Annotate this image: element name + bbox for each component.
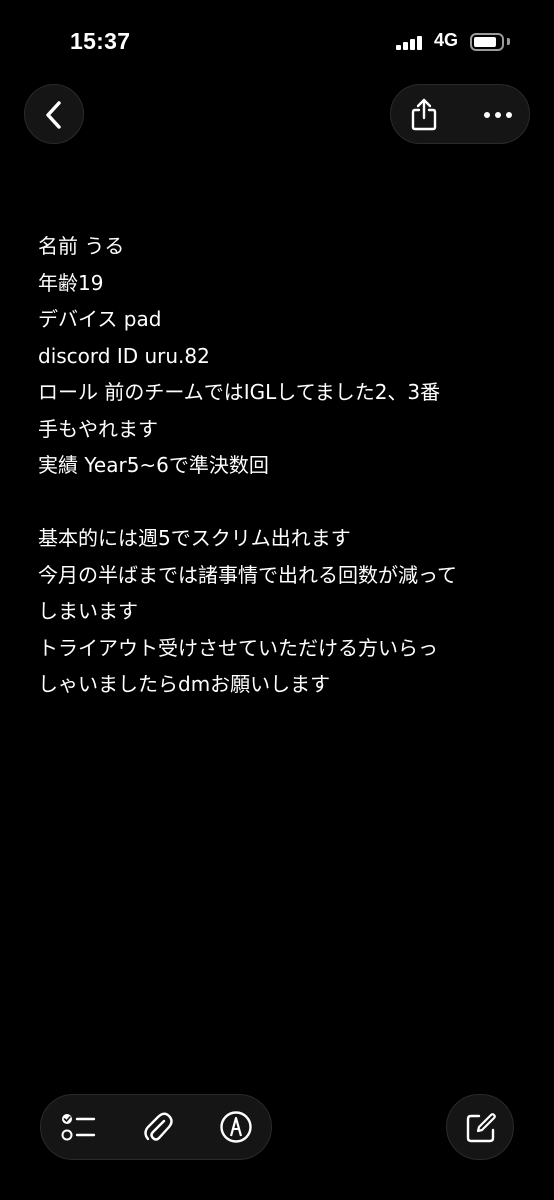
- paperclip-icon: [144, 1112, 173, 1141]
- chevron-left-icon: [46, 101, 61, 129]
- status-time: 15:37: [70, 28, 131, 54]
- note-line: discord ID uru.82: [38, 343, 210, 368]
- note-line: [38, 484, 518, 521]
- compose-icon: [466, 1113, 496, 1143]
- battery-icon: [470, 33, 504, 51]
- note-line: 手もやれます: [38, 416, 158, 441]
- battery-cap: [507, 38, 510, 45]
- share-icon: [411, 98, 437, 131]
- back-button[interactable]: [24, 84, 84, 144]
- note-line: 年齢19: [38, 270, 104, 295]
- markup-button[interactable]: [205, 1095, 265, 1159]
- note-line: ロール 前のチームではIGLしてました2、3番: [38, 380, 441, 404]
- note-line: トライアウト受けさせていただける方いらっ: [38, 635, 438, 660]
- note-line: 実績 Year5~6で準決数回: [38, 453, 269, 477]
- note-body[interactable]: 名前 うる 年齢19 デバイス pad discord ID uru.82 ロー…: [38, 228, 518, 703]
- more-button[interactable]: [465, 85, 531, 143]
- network-type: 4G: [434, 30, 459, 50]
- share-button[interactable]: [391, 85, 457, 143]
- note-line: 基本的には週5でスクリム出れます: [38, 526, 351, 550]
- pen-circle-icon: [220, 1111, 252, 1143]
- header-actions: [390, 84, 530, 144]
- note-line: 名前 うる: [38, 234, 125, 258]
- attachment-button[interactable]: [127, 1095, 187, 1159]
- note-line: しまいます: [38, 599, 138, 623]
- note-line: 今月の半ばまでは諸事情で出れる回数が減って: [38, 562, 457, 587]
- signal-icon: [396, 36, 428, 50]
- note-line: デバイス pad: [38, 307, 162, 331]
- bottom-toolbar: [40, 1094, 272, 1160]
- compose-button[interactable]: [446, 1094, 514, 1160]
- ellipsis-icon: [484, 112, 512, 118]
- note-line: しゃいましたらdmお願いします: [38, 672, 331, 696]
- checklist-icon: [61, 1114, 96, 1141]
- checklist-button[interactable]: [49, 1095, 109, 1159]
- status-bar: 15:37 4G: [0, 0, 554, 80]
